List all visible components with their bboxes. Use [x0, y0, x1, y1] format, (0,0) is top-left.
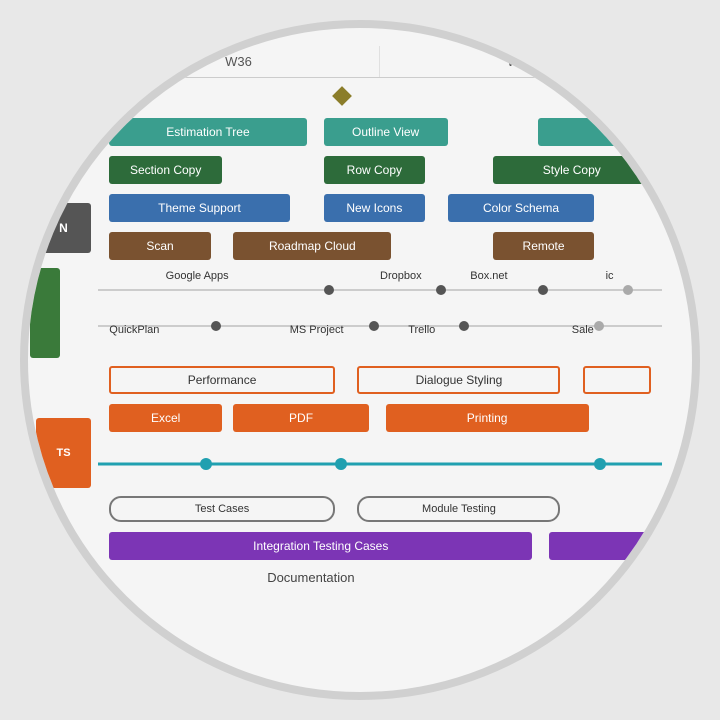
bar-extra1[interactable]	[538, 118, 651, 146]
label-boxnet: Box.net	[470, 270, 507, 282]
timeline-integrations: Google Apps Dropbox Box.net ic	[98, 274, 662, 306]
row-copy: Section Copy Row Copy Style Copy	[98, 152, 662, 188]
bar-test-cases[interactable]: Test Cases	[109, 496, 335, 522]
left-label-green	[30, 268, 60, 358]
label-dropbox: Dropbox	[380, 270, 422, 282]
label-trello: Trello	[408, 324, 435, 336]
label-ic: ic	[606, 270, 614, 282]
bar-estimation-tree[interactable]: Estimation Tree	[109, 118, 306, 146]
row-estimation: Estimation Tree Outline View	[98, 114, 662, 150]
label-google-apps: Google Apps	[166, 270, 229, 282]
bar-performance[interactable]: Performance	[109, 366, 335, 394]
bar-module-testing[interactable]: Module Testing	[357, 496, 560, 522]
timeline-tools: QuickPlan MS Project Trello Sale	[98, 310, 662, 342]
milestone-diamond	[332, 86, 352, 106]
week-cell-w37: W37	[380, 46, 662, 77]
bar-scan[interactable]: Scan	[109, 232, 211, 260]
row-testing: Test Cases Module Testing	[98, 492, 662, 526]
bar-color-schema[interactable]: Color Schema	[448, 194, 595, 222]
timeline-cyan	[98, 448, 662, 480]
bar-dialogue-styling[interactable]: Dialogue Styling	[357, 366, 560, 394]
bar-style-copy[interactable]: Style Copy	[493, 156, 651, 184]
bar-section-copy[interactable]: Section Copy	[109, 156, 222, 184]
row-performance: Performance Dialogue Styling	[98, 362, 662, 398]
bar-new-icons[interactable]: New Icons	[324, 194, 426, 222]
row-integration: Integration Testing Cases	[98, 528, 662, 564]
bar-integration-testing[interactable]: Integration Testing Cases	[109, 532, 532, 560]
bar-printing[interactable]: Printing	[386, 404, 589, 432]
milestone-row	[98, 82, 662, 110]
label-documentation: Documentation	[267, 570, 354, 585]
bar-pdf[interactable]: PDF	[233, 404, 368, 432]
row-scan: Scan Roadmap Cloud Remote	[98, 228, 662, 264]
bar-perf-extra[interactable]	[583, 366, 651, 394]
label-msproject: MS Project	[290, 324, 344, 336]
bar-row-copy[interactable]: Row Copy	[324, 156, 426, 184]
row-export: Excel PDF Printing	[98, 400, 662, 436]
label-quickplan: QuickPlan	[109, 324, 159, 336]
bar-integration-extra[interactable]	[549, 532, 651, 560]
row-theme: Theme Support New Icons Color Schema	[98, 190, 662, 226]
bar-roadmap-cloud[interactable]: Roadmap Cloud	[233, 232, 391, 260]
row-documentation: Documentation	[98, 566, 662, 594]
week-header: W36 W37	[98, 46, 662, 78]
gantt-chart: W36 W37 Estimation Tree Outline View Sec…	[28, 28, 692, 692]
label-sale: Sale	[572, 324, 594, 336]
week-cell-w36: W36	[98, 46, 380, 77]
bar-theme-support[interactable]: Theme Support	[109, 194, 289, 222]
bar-remote[interactable]: Remote	[493, 232, 595, 260]
bar-outline-view[interactable]: Outline View	[324, 118, 448, 146]
bar-excel[interactable]: Excel	[109, 404, 222, 432]
left-label-ts: TS	[36, 418, 91, 488]
left-label-n: N	[36, 203, 91, 253]
chart-container: W36 W37 Estimation Tree Outline View Sec…	[20, 20, 700, 700]
